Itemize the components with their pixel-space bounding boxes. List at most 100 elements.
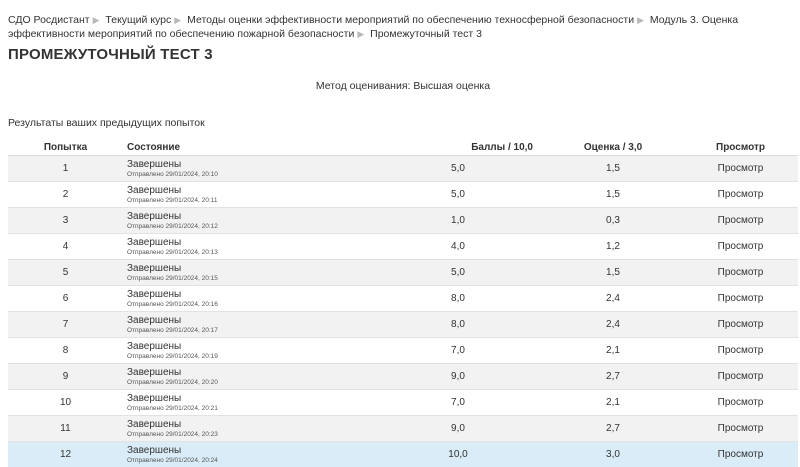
- breadcrumb-item-course[interactable]: Методы оценки эффективности мероприятий …: [187, 14, 634, 26]
- page-title: ПРОМЕЖУТОЧНЫЙ ТЕСТ 3: [8, 46, 213, 63]
- review-link[interactable]: Просмотр: [718, 371, 764, 382]
- attempt-grade: 2,1: [543, 390, 683, 416]
- attempt-marks: 8,0: [373, 286, 543, 312]
- attempt-number: 10: [8, 390, 123, 416]
- attempt-submitted-time: Отправлено 29/01/2024, 20:20: [127, 378, 369, 387]
- review-link[interactable]: Просмотр: [718, 215, 764, 226]
- attempt-number: 12: [8, 442, 123, 467]
- table-row: 4ЗавершеныОтправлено 29/01/2024, 20:134,…: [8, 234, 798, 260]
- attempt-number: 7: [8, 312, 123, 338]
- arrow-icon: ▶: [357, 29, 364, 39]
- review-link[interactable]: Просмотр: [718, 449, 764, 460]
- review-link[interactable]: Просмотр: [718, 241, 764, 252]
- breadcrumb-item-quiz[interactable]: Промежуточный тест 3: [370, 28, 482, 40]
- attempt-submitted-time: Отправлено 29/01/2024, 20:23: [127, 430, 369, 439]
- header-grade: Оценка / 3,0: [543, 140, 683, 156]
- grading-method: Метод оценивания: Высшая оценка: [0, 80, 800, 92]
- breadcrumb: СДО Росдистант▶ Текущий курс▶ Методы оце…: [8, 13, 794, 41]
- attempts-table-body: 1ЗавершеныОтправлено 29/01/2024, 20:105,…: [8, 156, 798, 467]
- attempt-submitted-time: Отправлено 29/01/2024, 20:19: [127, 352, 369, 361]
- attempt-submitted-time: Отправлено 29/01/2024, 20:17: [127, 326, 369, 335]
- attempt-state: Завершены: [127, 315, 369, 326]
- attempt-grade: 2,7: [543, 416, 683, 442]
- attempt-submitted-time: Отправлено 29/01/2024, 20:13: [127, 248, 369, 257]
- table-row: 1ЗавершеныОтправлено 29/01/2024, 20:105,…: [8, 156, 798, 182]
- table-row: 2ЗавершеныОтправлено 29/01/2024, 20:115,…: [8, 182, 798, 208]
- attempt-number: 6: [8, 286, 123, 312]
- attempt-state: Завершены: [127, 393, 369, 404]
- attempt-marks: 9,0: [373, 416, 543, 442]
- breadcrumb-item-home[interactable]: СДО Росдистант: [8, 14, 90, 26]
- attempt-marks: 5,0: [373, 182, 543, 208]
- attempt-grade: 2,7: [543, 364, 683, 390]
- review-link[interactable]: Просмотр: [718, 293, 764, 304]
- attempt-state-cell: ЗавершеныОтправлено 29/01/2024, 20:17: [123, 312, 373, 338]
- arrow-icon: ▶: [93, 15, 100, 25]
- attempt-state: Завершены: [127, 237, 369, 248]
- review-link[interactable]: Просмотр: [718, 267, 764, 278]
- review-cell: Просмотр: [683, 390, 798, 416]
- attempt-state-cell: ЗавершеныОтправлено 29/01/2024, 20:10: [123, 156, 373, 182]
- review-cell: Просмотр: [683, 182, 798, 208]
- attempt-number: 4: [8, 234, 123, 260]
- attempt-state-cell: ЗавершеныОтправлено 29/01/2024, 20:20: [123, 364, 373, 390]
- table-row: 5ЗавершеныОтправлено 29/01/2024, 20:155,…: [8, 260, 798, 286]
- table-row: 10ЗавершеныОтправлено 29/01/2024, 20:217…: [8, 390, 798, 416]
- review-link[interactable]: Просмотр: [718, 319, 764, 330]
- attempt-marks: 7,0: [373, 390, 543, 416]
- attempt-state: Завершены: [127, 185, 369, 196]
- breadcrumb-item-current-course[interactable]: Текущий курс: [105, 14, 171, 26]
- table-row: 7ЗавершеныОтправлено 29/01/2024, 20:178,…: [8, 312, 798, 338]
- review-link[interactable]: Просмотр: [718, 423, 764, 434]
- header-state: Состояние: [123, 140, 373, 156]
- attempt-marks: 5,0: [373, 156, 543, 182]
- review-link[interactable]: Просмотр: [718, 163, 764, 174]
- review-cell: Просмотр: [683, 260, 798, 286]
- header-marks: Баллы / 10,0: [373, 140, 543, 156]
- attempt-number: 1: [8, 156, 123, 182]
- review-link[interactable]: Просмотр: [718, 345, 764, 356]
- attempt-grade: 0,3: [543, 208, 683, 234]
- attempt-marks: 9,0: [373, 364, 543, 390]
- review-link[interactable]: Просмотр: [718, 189, 764, 200]
- review-cell: Просмотр: [683, 286, 798, 312]
- attempt-marks: 10,0: [373, 442, 543, 467]
- table-header-row: Попытка Состояние Баллы / 10,0 Оценка / …: [8, 140, 798, 156]
- table-row: 3ЗавершеныОтправлено 29/01/2024, 20:121,…: [8, 208, 798, 234]
- attempt-marks: 8,0: [373, 312, 543, 338]
- review-cell: Просмотр: [683, 338, 798, 364]
- header-review: Просмотр: [683, 140, 798, 156]
- table-row: 9ЗавершеныОтправлено 29/01/2024, 20:209,…: [8, 364, 798, 390]
- review-cell: Просмотр: [683, 234, 798, 260]
- arrow-icon: ▶: [174, 15, 181, 25]
- attempt-submitted-time: Отправлено 29/01/2024, 20:24: [127, 456, 369, 465]
- table-row: 12ЗавершеныОтправлено 29/01/2024, 20:241…: [8, 442, 798, 467]
- attempts-table: Попытка Состояние Баллы / 10,0 Оценка / …: [8, 140, 798, 467]
- attempt-state-cell: ЗавершеныОтправлено 29/01/2024, 20:16: [123, 286, 373, 312]
- attempt-number: 9: [8, 364, 123, 390]
- review-cell: Просмотр: [683, 442, 798, 467]
- attempt-submitted-time: Отправлено 29/01/2024, 20:11: [127, 196, 369, 205]
- attempt-state: Завершены: [127, 211, 369, 222]
- table-row: 11ЗавершеныОтправлено 29/01/2024, 20:239…: [8, 416, 798, 442]
- attempt-state-cell: ЗавершеныОтправлено 29/01/2024, 20:24: [123, 442, 373, 467]
- attempt-state: Завершены: [127, 341, 369, 352]
- attempt-marks: 4,0: [373, 234, 543, 260]
- attempt-grade: 1,5: [543, 260, 683, 286]
- review-link[interactable]: Просмотр: [718, 397, 764, 408]
- attempt-state-cell: ЗавершеныОтправлено 29/01/2024, 20:11: [123, 182, 373, 208]
- attempt-number: 5: [8, 260, 123, 286]
- arrow-icon: ▶: [637, 15, 644, 25]
- attempt-state: Завершены: [127, 159, 369, 170]
- attempt-marks: 7,0: [373, 338, 543, 364]
- attempt-grade: 1,5: [543, 182, 683, 208]
- attempt-state-cell: ЗавершеныОтправлено 29/01/2024, 20:21: [123, 390, 373, 416]
- table-row: 6ЗавершеныОтправлено 29/01/2024, 20:168,…: [8, 286, 798, 312]
- attempt-number: 11: [8, 416, 123, 442]
- attempt-state: Завершены: [127, 445, 369, 456]
- review-cell: Просмотр: [683, 208, 798, 234]
- attempt-marks: 1,0: [373, 208, 543, 234]
- attempt-state-cell: ЗавершеныОтправлено 29/01/2024, 20:13: [123, 234, 373, 260]
- attempt-state: Завершены: [127, 289, 369, 300]
- attempt-grade: 2,4: [543, 286, 683, 312]
